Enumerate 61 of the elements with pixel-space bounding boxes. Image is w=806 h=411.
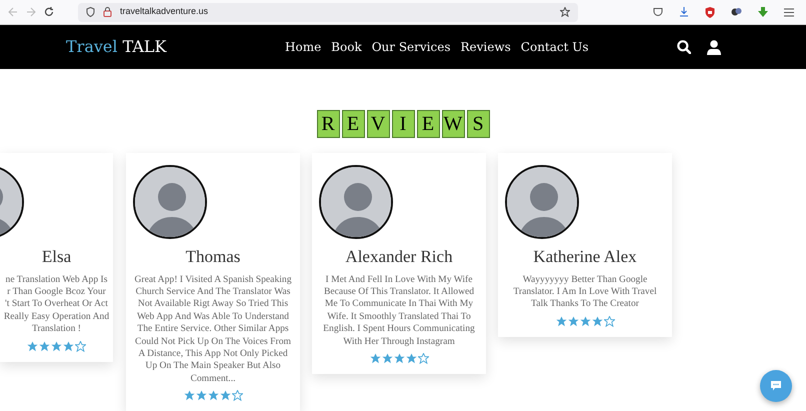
empty-star-icon bbox=[604, 316, 614, 327]
title-letter: R bbox=[316, 110, 340, 138]
nav-link[interactable]: Reviews bbox=[456, 38, 516, 56]
title-letter: I bbox=[392, 110, 414, 138]
filled-star-icon bbox=[208, 390, 218, 402]
extension-icon[interactable] bbox=[731, 7, 742, 17]
filled-star-icon bbox=[63, 340, 74, 352]
filled-star-icon bbox=[592, 316, 602, 327]
review-text: Great App! I Visited A Spanish Speaking Church Service And The Translator Was Not Available Rigt Away So Tried This Web App And Was Able To Understand The Entire Service. Other Similar Apps Could Not Pick Up On The Voices From A Distance, This App Not Only Picked Up On The Main Speaker But Also Comment... bbox=[134, 274, 292, 386]
empty-star-icon bbox=[418, 352, 428, 364]
filled-star-icon bbox=[556, 316, 566, 327]
bookmark-star-icon[interactable] bbox=[560, 7, 570, 17]
shield-icon[interactable] bbox=[86, 7, 95, 17]
empty-star-icon bbox=[75, 340, 86, 352]
shield-icon[interactable] bbox=[705, 6, 715, 18]
filled-star-icon bbox=[382, 352, 392, 364]
nav-link[interactable]: Book bbox=[326, 38, 367, 56]
filled-star-icon bbox=[39, 340, 50, 352]
filled-star-icon bbox=[196, 390, 206, 402]
review-text: I Met And Fell In Love With My Wife Because Of This Translator. It Allowed Me To Communicate In Thai With My Wife. It Smoothly Translated Thai To English. I Spent Hours Communicating With Her Through Instagram bbox=[322, 274, 476, 348]
nav-link[interactable]: Contact Us bbox=[516, 38, 594, 56]
arrow-down-icon[interactable] bbox=[758, 7, 768, 17]
search-icon[interactable] bbox=[677, 40, 691, 54]
filled-star-icon bbox=[406, 352, 416, 364]
download-icon[interactable] bbox=[679, 7, 689, 17]
review-text-line: 't Start To Overheat Or Act bbox=[4, 298, 109, 311]
title-letter: V bbox=[366, 110, 390, 138]
title-letter: W bbox=[442, 110, 464, 138]
review-text-line: Really Easy Operation And bbox=[2, 310, 110, 324]
review-text: Wayyyyyyy Better Than Google Translator. I Am In Love With Travel Talk Thanks To The Creator bbox=[512, 274, 658, 311]
review-text-line: Translation ! bbox=[31, 323, 82, 336]
chat-icon bbox=[770, 380, 782, 392]
reload-icon[interactable] bbox=[44, 7, 54, 17]
title-letter: S bbox=[466, 110, 490, 138]
filled-star-icon bbox=[370, 352, 380, 364]
filled-star-icon bbox=[568, 316, 578, 327]
review-text-line: ne Translation Web App Is bbox=[4, 274, 108, 286]
lock-icon[interactable] bbox=[103, 7, 112, 17]
menu-icon[interactable] bbox=[784, 8, 794, 16]
pocket-icon[interactable] bbox=[653, 7, 663, 17]
url-text: traveltalkadventure.us bbox=[120, 5, 208, 18]
address-bar[interactable]: traveltalkadventure.us bbox=[78, 2, 578, 22]
nav-link[interactable]: Home bbox=[280, 38, 326, 56]
title-letter: E bbox=[342, 110, 364, 138]
empty-star-icon bbox=[232, 390, 242, 402]
filled-star-icon bbox=[394, 352, 404, 364]
nav-link[interactable]: Our Services bbox=[366, 38, 456, 56]
filled-star-icon bbox=[580, 316, 590, 327]
review-text-line: r Than Google Bcoz Your bbox=[6, 286, 107, 298]
filled-star-icon bbox=[184, 390, 194, 402]
reviewer-name: Elsa bbox=[40, 246, 72, 268]
filled-star-icon bbox=[220, 390, 230, 402]
chat-button[interactable] bbox=[760, 370, 792, 402]
reviewer-name: Katherine Alex bbox=[532, 246, 638, 268]
filled-star-icon bbox=[27, 340, 38, 352]
filled-star-icon bbox=[51, 340, 62, 352]
reviewer-name: Alexander Rich bbox=[344, 246, 454, 268]
user-icon[interactable] bbox=[707, 40, 721, 54]
reviewer-name: Thomas bbox=[184, 246, 242, 268]
title-letter: E bbox=[416, 110, 440, 138]
logo-text[interactable]: Travel TALK bbox=[66, 37, 166, 56]
